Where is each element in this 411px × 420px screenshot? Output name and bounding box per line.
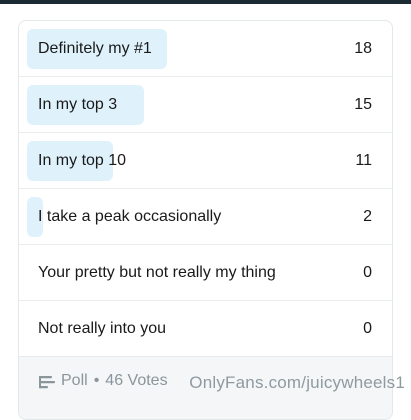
poll-footer-label: Poll: [61, 372, 88, 389]
poll-option-label: In my top 10: [38, 152, 127, 169]
header-image-strip: [0, 0, 411, 4]
poll-vote-total: 46 Votes: [105, 372, 168, 389]
poll-option[interactable]: Definitely my #1 18: [19, 21, 392, 77]
poll-option-label: Your pretty but not really my thing: [38, 264, 276, 281]
poll-card: Definitely my #1 18 In my top 3 15 In my…: [18, 20, 393, 420]
poll-option-label: I take a peak occasionally: [38, 208, 222, 225]
poll-option-label: Not really into you: [38, 320, 167, 337]
poll-option[interactable]: In my top 10 11: [19, 133, 392, 189]
poll-option-count: 18: [354, 40, 372, 57]
poll-option-count: 2: [363, 208, 372, 225]
footer-separator: •: [93, 372, 100, 389]
poll-option-label: Definitely my #1: [38, 40, 152, 57]
poll-option[interactable]: I take a peak occasionally 2: [19, 189, 392, 245]
poll-option-count: 0: [363, 264, 372, 281]
poll-option[interactable]: In my top 3 15: [19, 77, 392, 133]
poll-option-count: 11: [355, 152, 372, 169]
watermark: OnlyFans.com/juicywheels1: [189, 373, 405, 392]
poll-icon: [39, 376, 55, 389]
poll-option[interactable]: Your pretty but not really my thing 0: [19, 245, 392, 301]
poll-option-label: In my top 3: [38, 96, 118, 113]
poll-option[interactable]: Not really into you 0: [19, 301, 392, 357]
poll-option-count: 0: [363, 320, 372, 337]
poll-option-count: 15: [354, 96, 372, 113]
